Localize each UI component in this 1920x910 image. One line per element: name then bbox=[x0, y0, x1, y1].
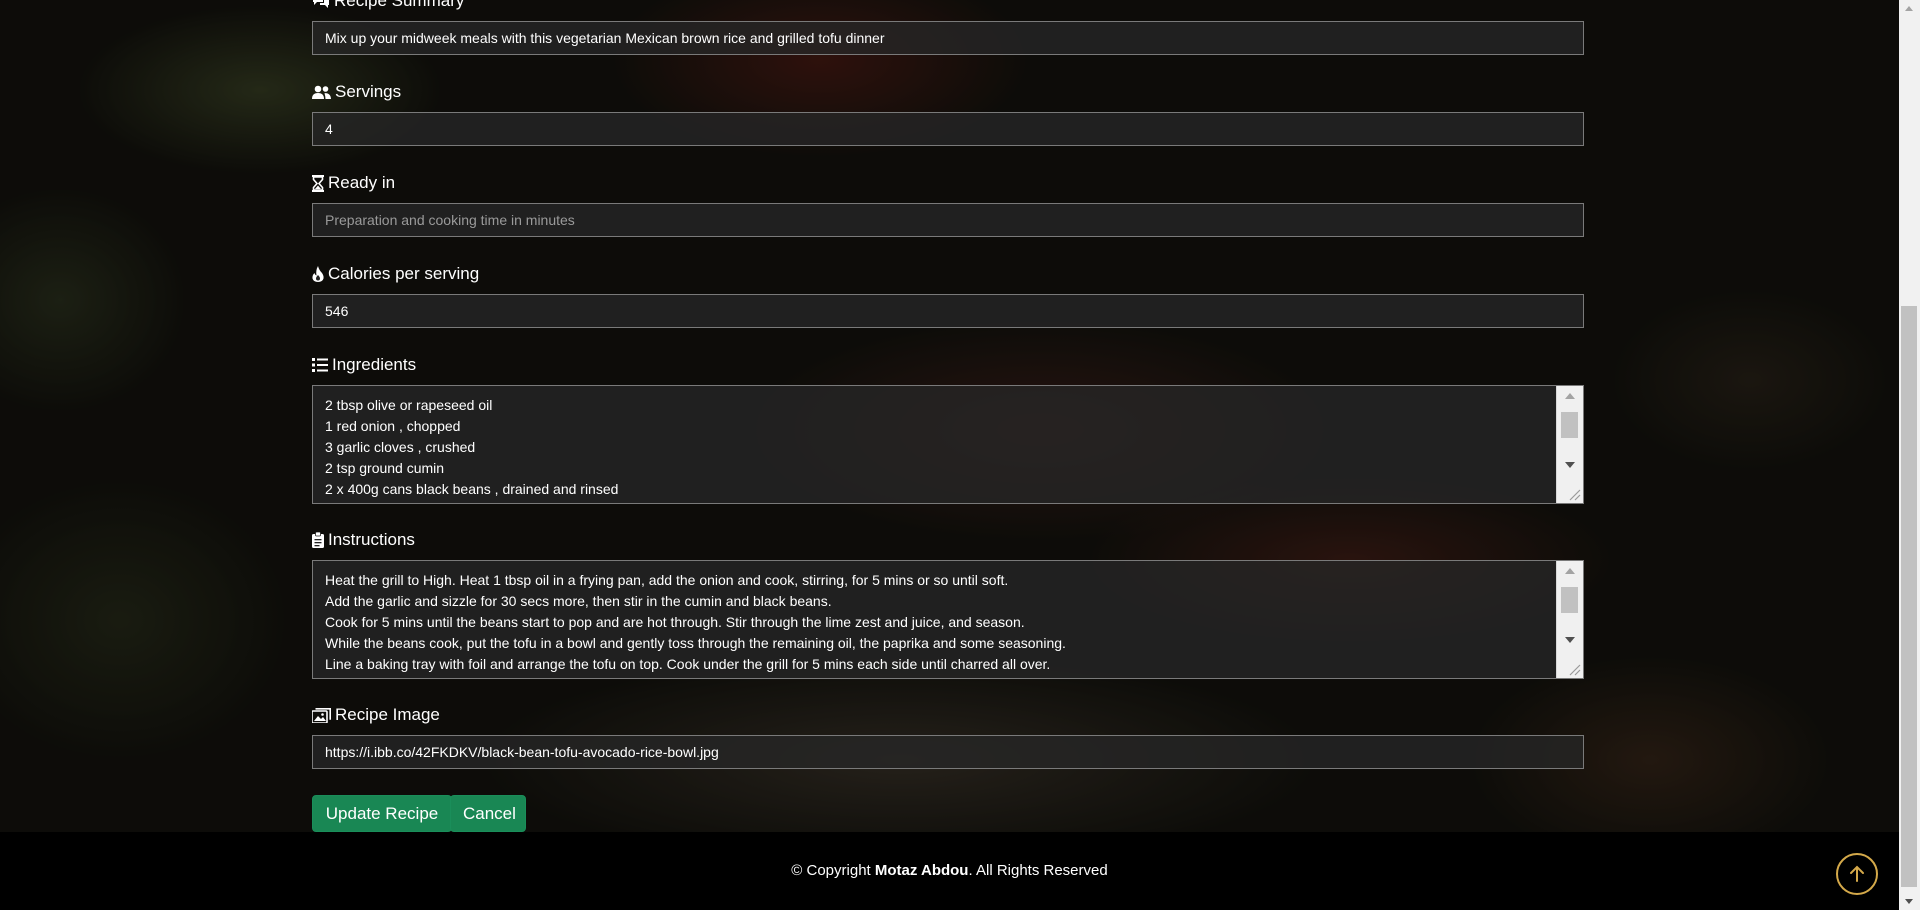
instructions-line: Add the garlic and sizzle for 30 secs mo… bbox=[325, 593, 832, 609]
ready-in-label: Ready in bbox=[312, 173, 395, 193]
image-label: Recipe Image bbox=[312, 705, 440, 725]
copyright-text: © Copyright Motaz Abdou. All Rights Rese… bbox=[791, 862, 1108, 879]
instructions-text: Heat the grill to High. Heat 1 tbsp oil … bbox=[325, 570, 1553, 678]
ingredients-text: 2 tbsp olive or rapeseed oil 1 red onion … bbox=[325, 395, 1553, 503]
cancel-button[interactable]: Cancel bbox=[450, 795, 526, 832]
ingredients-line: 2 x 400g cans black beans , drained and … bbox=[325, 481, 619, 497]
instructions-line: Line a baking tray with foil and arrange… bbox=[325, 656, 1051, 672]
fire-icon bbox=[312, 266, 324, 282]
instructions-line: Heat the grill to High. Heat 1 tbsp oil … bbox=[325, 572, 1009, 588]
instructions-scrollbar[interactable] bbox=[1556, 561, 1583, 678]
ingredients-textarea[interactable]: 2 tbsp olive or rapeseed oil 1 red onion … bbox=[312, 385, 1584, 504]
list-icon bbox=[312, 358, 328, 372]
servings-label: Servings bbox=[312, 82, 401, 102]
scrollbar-thumb[interactable] bbox=[1561, 412, 1578, 438]
images-icon bbox=[312, 707, 331, 723]
page-scrollbar[interactable] bbox=[1899, 0, 1920, 910]
calories-label: Calories per serving bbox=[312, 264, 479, 284]
image-url-input[interactable] bbox=[312, 735, 1584, 769]
footer: © Copyright Motaz Abdou. All Rights Rese… bbox=[0, 832, 1899, 910]
page-scrollbar-thumb[interactable] bbox=[1901, 306, 1917, 887]
arrow-up-icon bbox=[1850, 865, 1864, 882]
scroll-down-arrow-icon[interactable] bbox=[1565, 637, 1575, 643]
ready-in-input[interactable] bbox=[312, 203, 1584, 237]
calories-input[interactable] bbox=[312, 294, 1584, 328]
scroll-up-arrow-icon[interactable] bbox=[1565, 393, 1575, 399]
back-to-top-button[interactable] bbox=[1836, 853, 1878, 895]
instructions-line: Divide the rice between bowls and top wi… bbox=[325, 675, 1553, 678]
edit-recipe-form: Recipe Summary Servings Ready in Calorie… bbox=[312, 0, 1584, 832]
instructions-line: While the beans cook, put the tofu in a … bbox=[325, 635, 1066, 651]
page-scroll-down-icon[interactable] bbox=[1905, 899, 1913, 904]
ingredients-line: 2 tbsp olive or rapeseed oil bbox=[325, 397, 493, 413]
instructions-line: Cook for 5 mins until the beans start to… bbox=[325, 614, 1025, 630]
resize-grip-icon[interactable] bbox=[1567, 487, 1581, 501]
ingredients-scrollbar[interactable] bbox=[1556, 386, 1583, 503]
summary-label: Recipe Summary bbox=[312, 0, 464, 11]
ingredients-line: 3 garlic cloves , crushed bbox=[325, 439, 476, 455]
page-scroll-up-icon[interactable] bbox=[1905, 6, 1913, 11]
ingredients-label: Ingredients bbox=[312, 355, 416, 375]
author-name: Motaz Abdou bbox=[874, 862, 969, 879]
comments-icon bbox=[312, 0, 330, 9]
ingredients-line: 2 tsp ground cumin bbox=[325, 460, 445, 476]
ingredients-line: 1 red onion , chopped bbox=[325, 418, 461, 434]
ingredients-line: 1 lime , zest and juice, plus wedges to … bbox=[325, 500, 1553, 503]
scroll-down-arrow-icon[interactable] bbox=[1565, 462, 1575, 468]
scrollbar-thumb[interactable] bbox=[1561, 587, 1578, 613]
summary-input[interactable] bbox=[312, 21, 1584, 55]
instructions-label: Instructions bbox=[312, 530, 415, 550]
users-icon bbox=[312, 85, 331, 100]
resize-grip-icon[interactable] bbox=[1567, 662, 1581, 676]
instructions-textarea[interactable]: Heat the grill to High. Heat 1 tbsp oil … bbox=[312, 560, 1584, 679]
clipboard-icon bbox=[312, 532, 324, 548]
update-recipe-button[interactable]: Update Recipe bbox=[312, 795, 452, 832]
scroll-up-arrow-icon[interactable] bbox=[1565, 568, 1575, 574]
servings-input[interactable] bbox=[312, 112, 1584, 146]
hourglass-icon bbox=[312, 174, 324, 192]
